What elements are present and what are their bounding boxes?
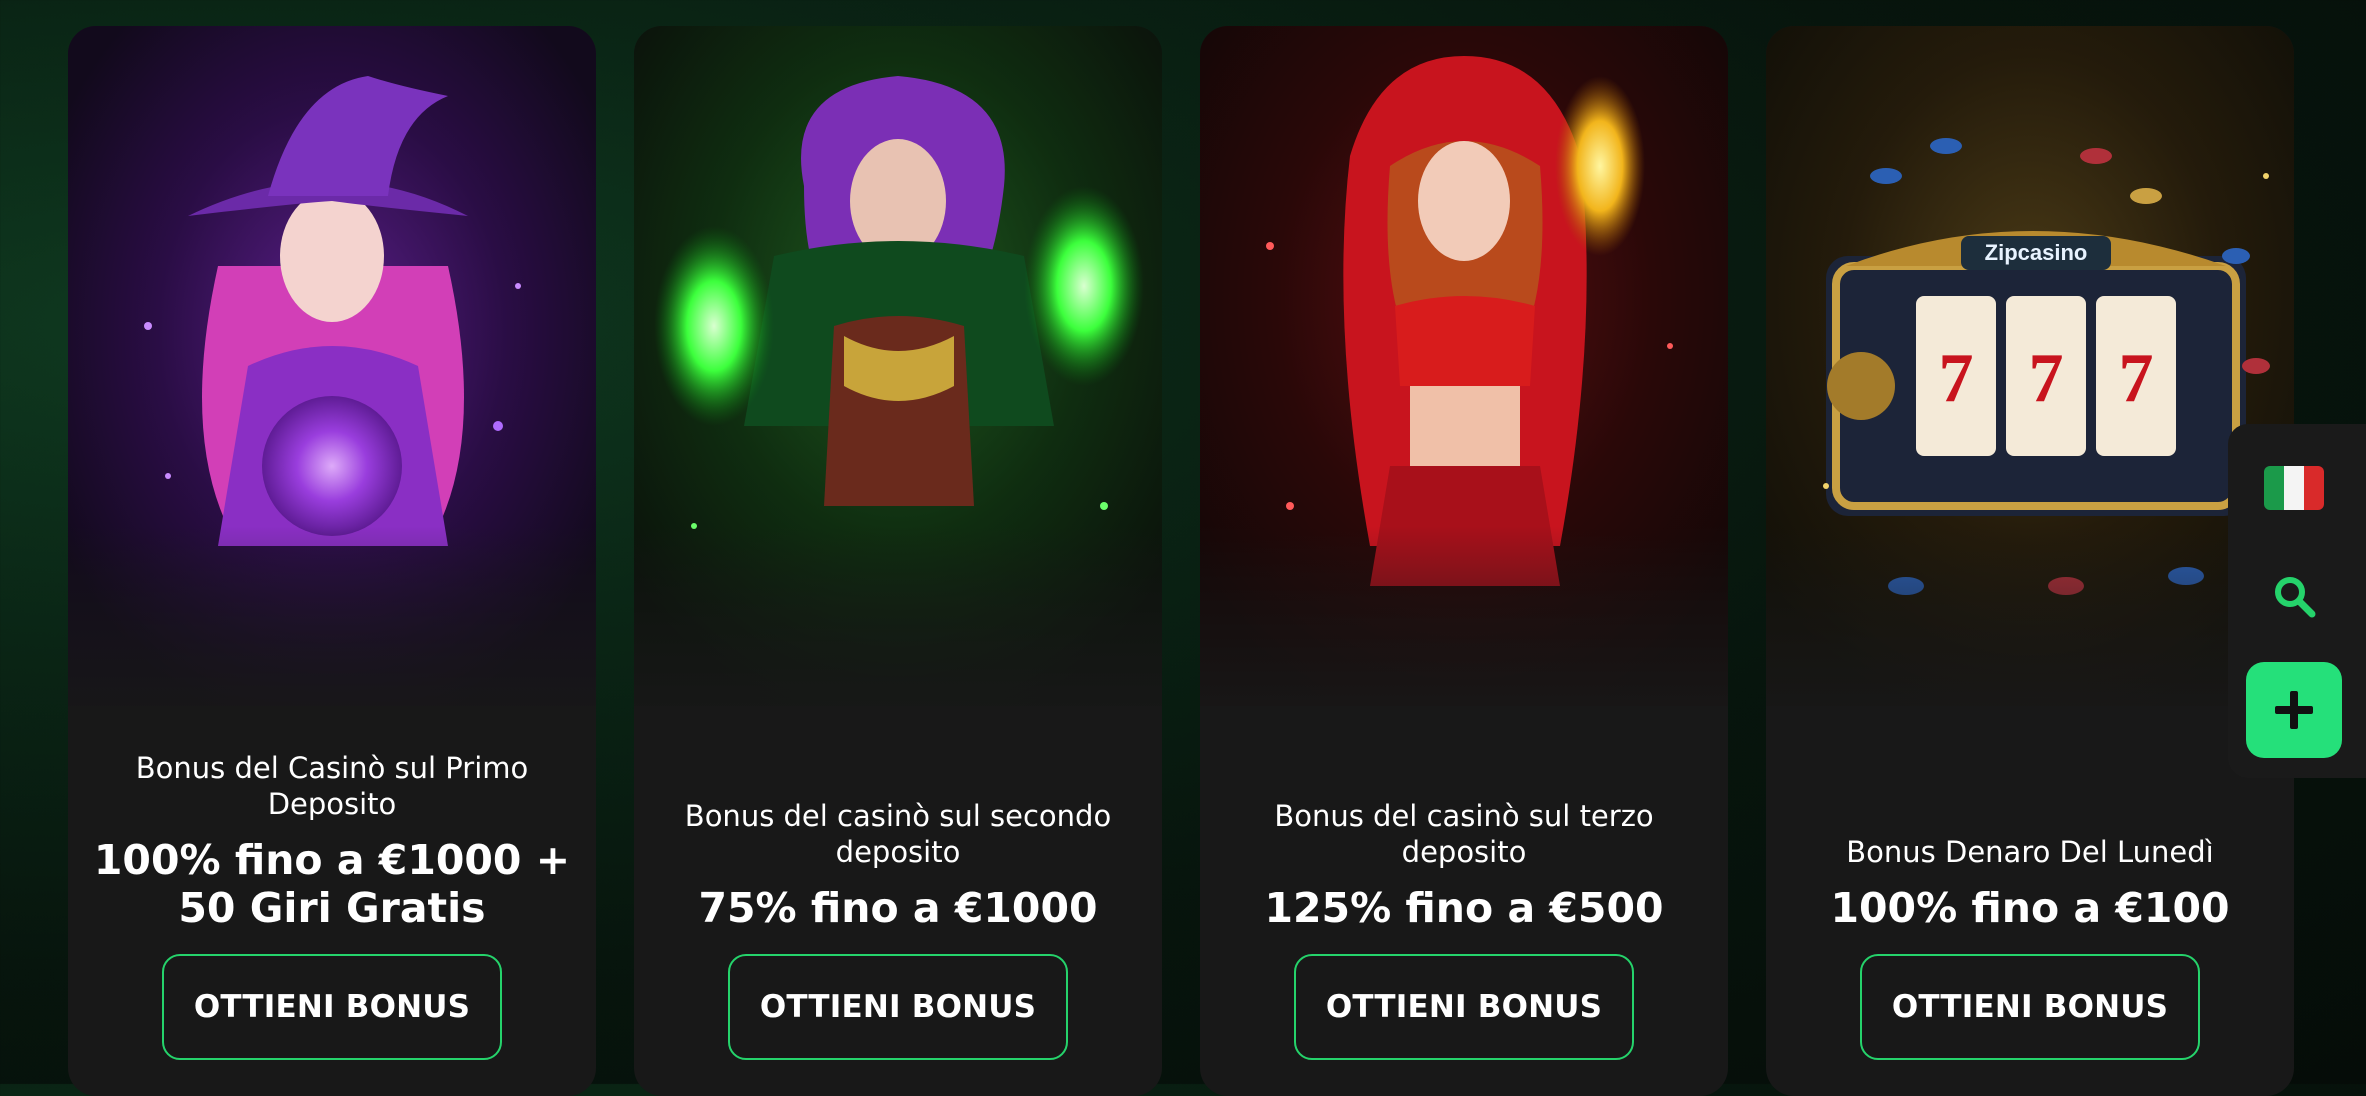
- get-bonus-button[interactable]: OTTIENI BONUS: [728, 954, 1068, 1060]
- reel-symbol: 7: [1939, 340, 1974, 417]
- plus-icon: [2275, 691, 2313, 729]
- add-button[interactable]: [2246, 662, 2342, 758]
- bonus-amount: 100% fino a €100: [1830, 884, 2230, 932]
- bonus-card-first-deposit: Bonus del Casinò sul Primo Deposito 100%…: [68, 26, 596, 1096]
- image-fade: [68, 526, 596, 726]
- image-fade: [634, 526, 1162, 726]
- image-fade: [1200, 526, 1728, 726]
- reel-symbol: 7: [2029, 340, 2064, 417]
- get-bonus-button[interactable]: OTTIENI BONUS: [162, 954, 502, 1060]
- bonus-text: Bonus Denaro Del Lunedì 100% fino a €100: [1786, 834, 2274, 932]
- bonus-text: Bonus del casinò sul secondo deposito 75…: [654, 798, 1142, 932]
- bonus-subtitle: Bonus del Casinò sul Primo Deposito: [135, 751, 529, 821]
- slot-logo-text: Zipcasino: [1985, 240, 2088, 265]
- search-icon[interactable]: [2272, 574, 2318, 620]
- image-fade: [1766, 526, 2294, 726]
- bonus-text: Bonus del Casinò sul Primo Deposito 100%…: [88, 750, 576, 932]
- bonus-subtitle: Bonus Denaro Del Lunedì: [1846, 835, 2214, 869]
- bonus-card-monday: Zipcasino 7 7 7 Bonus Denaro Del Lunedì …: [1766, 26, 2294, 1096]
- italy-flag-icon[interactable]: [2264, 466, 2324, 510]
- side-toolbar: [2228, 424, 2366, 778]
- bonus-card-third-deposit: Bonus del casinò sul terzo deposito 125%…: [1200, 26, 1728, 1096]
- bonus-text: Bonus del casinò sul terzo deposito 125%…: [1220, 798, 1708, 932]
- get-bonus-button[interactable]: OTTIENI BONUS: [1860, 954, 2200, 1060]
- reel-symbol: 7: [2119, 340, 2154, 417]
- bonus-subtitle: Bonus del casinò sul secondo deposito: [684, 799, 1112, 869]
- bonus-card-second-deposit: Bonus del casinò sul secondo deposito 75…: [634, 26, 1162, 1096]
- bonus-amount: 75% fino a €1000: [698, 884, 1098, 932]
- bonus-subtitle: Bonus del casinò sul terzo deposito: [1274, 799, 1654, 869]
- bonus-cards-row: Bonus del Casinò sul Primo Deposito 100%…: [68, 26, 2294, 1096]
- bonus-amount: 100% fino a €1000 + 50 Giri Gratis: [93, 836, 571, 932]
- bonus-amount: 125% fino a €500: [1264, 884, 1664, 932]
- get-bonus-button[interactable]: OTTIENI BONUS: [1294, 954, 1634, 1060]
